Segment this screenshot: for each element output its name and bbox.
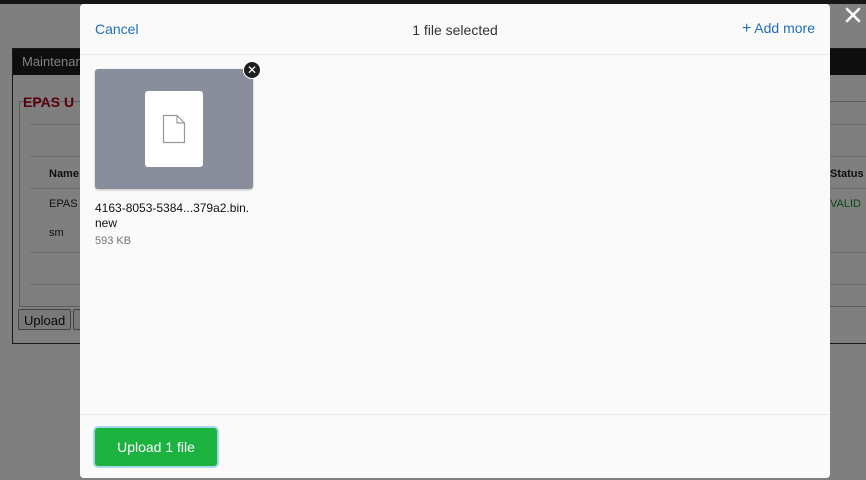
file-name: 4163-8053-5384...379a2.bin.new (95, 201, 250, 230)
file-list: ✕ 4163-8053-5384...379a2.bin.new 593 KB (80, 55, 830, 414)
file-icon (145, 91, 203, 167)
remove-file-button[interactable]: ✕ (243, 61, 261, 79)
add-more-button[interactable]: + Add more (742, 20, 815, 38)
file-size: 593 KB (95, 235, 132, 247)
upload-button[interactable]: Upload 1 file (95, 428, 217, 466)
dialog-header: Cancel 1 file selected + Add more (80, 4, 830, 55)
dialog-footer: Upload 1 file (80, 414, 830, 478)
dialog-title: 1 file selected (412, 22, 498, 38)
close-icon: ✕ (246, 63, 258, 77)
file-upload-dialog: Cancel 1 file selected + Add more ✕ 4163-… (80, 4, 830, 478)
plus-icon: + (741, 20, 752, 37)
add-more-label: Add more (754, 20, 815, 36)
file-preview: ✕ (95, 61, 261, 189)
file-item: ✕ 4163-8053-5384...379a2.bin.new 593 KB (95, 61, 261, 247)
close-icon[interactable] (842, 4, 864, 26)
